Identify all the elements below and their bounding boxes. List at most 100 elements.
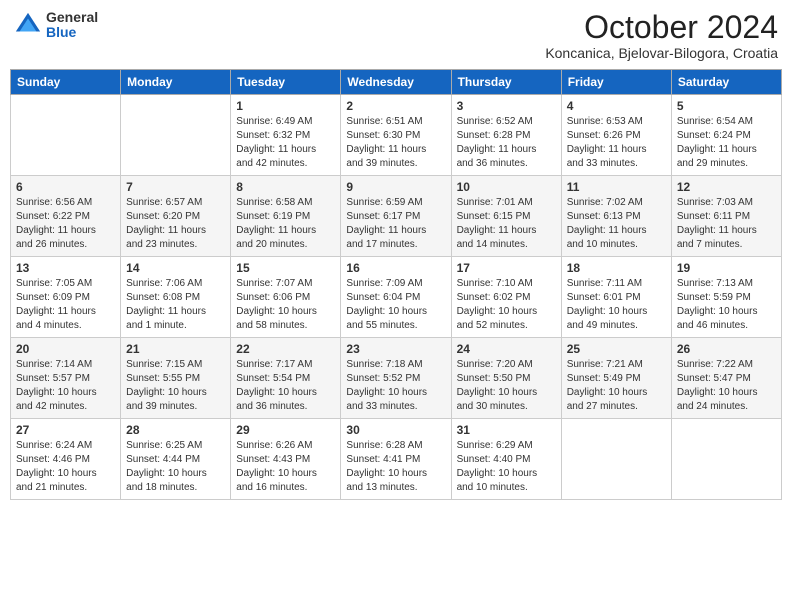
day-info: Sunrise: 7:05 AMSunset: 6:09 PMDaylight:…	[16, 277, 115, 333]
calendar-day-cell: 12 Sunrise: 7:03 AMSunset: 6:11 PMDayligh…	[671, 176, 781, 257]
weekday-header-friday: Friday	[561, 70, 671, 95]
day-info: Sunrise: 7:22 AMSunset: 5:47 PMDaylight:…	[677, 358, 776, 414]
calendar-week-row: 1Sunrise: 6:49 AMSunset: 6:32 PMDaylight…	[11, 95, 782, 176]
day-number: 18	[567, 261, 666, 275]
day-info: Sunrise: 6:51 AMSunset: 6:30 PMDaylight:…	[346, 115, 445, 171]
weekday-header-wednesday: Wednesday	[341, 70, 451, 95]
calendar-day-cell: 21 Sunrise: 7:15 AMSunset: 5:55 PMDayligh…	[121, 338, 231, 419]
logo-icon	[14, 11, 42, 39]
weekday-header-monday: Monday	[121, 70, 231, 95]
day-info: Sunrise: 6:26 AMSunset: 4:43 PMDaylight:…	[236, 439, 335, 495]
calendar-day-cell: 15 Sunrise: 7:07 AMSunset: 6:06 PMDayligh…	[231, 257, 341, 338]
day-info: Sunrise: 7:11 AMSunset: 6:01 PMDaylight:…	[567, 277, 666, 333]
day-number: 21	[126, 342, 225, 356]
day-info: Sunrise: 7:15 AMSunset: 5:55 PMDaylight:…	[126, 358, 225, 414]
calendar-day-cell: 18 Sunrise: 7:11 AMSunset: 6:01 PMDayligh…	[561, 257, 671, 338]
day-number: 28	[126, 423, 225, 437]
day-info: Sunrise: 6:52 AMSunset: 6:28 PMDaylight:…	[457, 115, 556, 171]
day-number: 4	[567, 99, 666, 113]
calendar-day-cell: 16Sunrise: 7:09 AMSunset: 6:04 PMDayligh…	[341, 257, 451, 338]
title-block: October 2024 Koncanica, Bjelovar-Bilogor…	[545, 10, 778, 61]
calendar-day-cell: 14 Sunrise: 7:06 AMSunset: 6:08 PMDayligh…	[121, 257, 231, 338]
day-number: 19	[677, 261, 776, 275]
calendar-day-cell	[671, 419, 781, 500]
day-info: Sunrise: 7:17 AMSunset: 5:54 PMDaylight:…	[236, 358, 335, 414]
day-number: 2	[346, 99, 445, 113]
day-info: Sunrise: 7:13 AMSunset: 5:59 PMDaylight:…	[677, 277, 776, 333]
day-number: 23	[346, 342, 445, 356]
calendar-day-cell: 8Sunrise: 6:58 AMSunset: 6:19 PMDaylight…	[231, 176, 341, 257]
day-info: Sunrise: 6:57 AMSunset: 6:20 PMDaylight:…	[126, 196, 225, 252]
weekday-header-saturday: Saturday	[671, 70, 781, 95]
calendar-day-cell: 23 Sunrise: 7:18 AMSunset: 5:52 PMDayligh…	[341, 338, 451, 419]
calendar-week-row: 13 Sunrise: 7:05 AMSunset: 6:09 PMDayligh…	[11, 257, 782, 338]
day-number: 17	[457, 261, 556, 275]
day-info: Sunrise: 7:01 AMSunset: 6:15 PMDaylight:…	[457, 196, 556, 252]
day-number: 25	[567, 342, 666, 356]
day-info: Sunrise: 7:14 AMSunset: 5:57 PMDaylight:…	[16, 358, 115, 414]
weekday-header-tuesday: Tuesday	[231, 70, 341, 95]
calendar-day-cell: 26 Sunrise: 7:22 AMSunset: 5:47 PMDayligh…	[671, 338, 781, 419]
day-number: 31	[457, 423, 556, 437]
day-number: 3	[457, 99, 556, 113]
day-number: 7	[126, 180, 225, 194]
calendar-day-cell: 9 Sunrise: 6:59 AMSunset: 6:17 PMDaylight…	[341, 176, 451, 257]
day-number: 20	[16, 342, 115, 356]
calendar-day-cell: 1Sunrise: 6:49 AMSunset: 6:32 PMDaylight…	[231, 95, 341, 176]
day-info: Sunrise: 6:24 AMSunset: 4:46 PMDaylight:…	[16, 439, 115, 495]
day-info: Sunrise: 7:18 AMSunset: 5:52 PMDaylight:…	[346, 358, 445, 414]
calendar-week-row: 20 Sunrise: 7:14 AMSunset: 5:57 PMDayligh…	[11, 338, 782, 419]
logo-text: General Blue	[46, 10, 98, 41]
day-number: 24	[457, 342, 556, 356]
calendar-day-cell: 4Sunrise: 6:53 AMSunset: 6:26 PMDaylight…	[561, 95, 671, 176]
day-info: Sunrise: 6:56 AMSunset: 6:22 PMDaylight:…	[16, 196, 115, 252]
weekday-header-sunday: Sunday	[11, 70, 121, 95]
weekday-header-row: SundayMondayTuesdayWednesdayThursdayFrid…	[11, 70, 782, 95]
logo-blue: Blue	[46, 25, 98, 40]
logo: General Blue	[14, 10, 98, 41]
calendar-day-cell: 6 Sunrise: 6:56 AMSunset: 6:22 PMDaylight…	[11, 176, 121, 257]
day-number: 27	[16, 423, 115, 437]
calendar-day-cell: 29 Sunrise: 6:26 AMSunset: 4:43 PMDayligh…	[231, 419, 341, 500]
day-number: 5	[677, 99, 776, 113]
day-info: Sunrise: 7:07 AMSunset: 6:06 PMDaylight:…	[236, 277, 335, 333]
day-info: Sunrise: 7:06 AMSunset: 6:08 PMDaylight:…	[126, 277, 225, 333]
calendar-day-cell: 28 Sunrise: 6:25 AMSunset: 4:44 PMDayligh…	[121, 419, 231, 500]
day-info: Sunrise: 7:10 AMSunset: 6:02 PMDaylight:…	[457, 277, 556, 333]
day-info: Sunrise: 7:21 AMSunset: 5:49 PMDaylight:…	[567, 358, 666, 414]
calendar-day-cell: 27 Sunrise: 6:24 AMSunset: 4:46 PMDayligh…	[11, 419, 121, 500]
day-number: 9	[346, 180, 445, 194]
day-number: 6	[16, 180, 115, 194]
logo-general: General	[46, 10, 98, 25]
day-number: 26	[677, 342, 776, 356]
day-info: Sunrise: 6:25 AMSunset: 4:44 PMDaylight:…	[126, 439, 225, 495]
day-info: Sunrise: 6:54 AMSunset: 6:24 PMDaylight:…	[677, 115, 776, 171]
calendar-day-cell: 30Sunrise: 6:28 AMSunset: 4:41 PMDayligh…	[341, 419, 451, 500]
calendar-day-cell: 19 Sunrise: 7:13 AMSunset: 5:59 PMDayligh…	[671, 257, 781, 338]
day-info: Sunrise: 6:49 AMSunset: 6:32 PMDaylight:…	[236, 115, 335, 171]
location: Koncanica, Bjelovar-Bilogora, Croatia	[545, 45, 778, 61]
calendar-day-cell: 20 Sunrise: 7:14 AMSunset: 5:57 PMDayligh…	[11, 338, 121, 419]
day-number: 11	[567, 180, 666, 194]
day-number: 16	[346, 261, 445, 275]
day-number: 14	[126, 261, 225, 275]
day-number: 29	[236, 423, 335, 437]
day-info: Sunrise: 6:28 AMSunset: 4:41 PMDaylight:…	[346, 439, 445, 495]
day-info: Sunrise: 7:20 AMSunset: 5:50 PMDaylight:…	[457, 358, 556, 414]
day-info: Sunrise: 7:03 AMSunset: 6:11 PMDaylight:…	[677, 196, 776, 252]
day-info: Sunrise: 6:59 AMSunset: 6:17 PMDaylight:…	[346, 196, 445, 252]
calendar-day-cell: 7 Sunrise: 6:57 AMSunset: 6:20 PMDaylight…	[121, 176, 231, 257]
calendar-day-cell: 17 Sunrise: 7:10 AMSunset: 6:02 PMDayligh…	[451, 257, 561, 338]
calendar-week-row: 6 Sunrise: 6:56 AMSunset: 6:22 PMDaylight…	[11, 176, 782, 257]
day-info: Sunrise: 6:29 AMSunset: 4:40 PMDaylight:…	[457, 439, 556, 495]
day-number: 10	[457, 180, 556, 194]
day-number: 12	[677, 180, 776, 194]
calendar-day-cell	[11, 95, 121, 176]
calendar-week-row: 27 Sunrise: 6:24 AMSunset: 4:46 PMDayligh…	[11, 419, 782, 500]
calendar-day-cell: 3 Sunrise: 6:52 AMSunset: 6:28 PMDaylight…	[451, 95, 561, 176]
day-number: 13	[16, 261, 115, 275]
day-number: 15	[236, 261, 335, 275]
calendar-day-cell: 13 Sunrise: 7:05 AMSunset: 6:09 PMDayligh…	[11, 257, 121, 338]
weekday-header-thursday: Thursday	[451, 70, 561, 95]
page-header: General Blue October 2024 Koncanica, Bje…	[10, 10, 782, 61]
